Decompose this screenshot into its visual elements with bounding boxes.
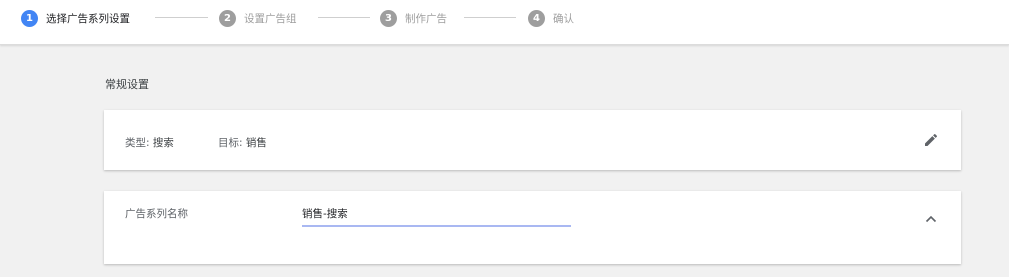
step-number: 1 (21, 9, 38, 27)
campaign-goal: 目标: 销售 (218, 135, 267, 150)
step-number: 3 (380, 9, 397, 27)
section-title: 常规设置 (105, 78, 149, 91)
campaign-name-card: 广告系列名称 (104, 191, 961, 264)
step-label: 制作广告 (405, 12, 447, 25)
campaign-goal-value: 销售 (245, 137, 267, 149)
step-1[interactable]: 1 选择广告系列设置 (21, 9, 130, 27)
campaign-summary-card: 类型: 搜索 目标: 销售 (104, 110, 961, 170)
campaign-type-value: 搜索 (152, 137, 174, 149)
chevron-up-icon (925, 215, 937, 223)
step-label: 确认 (553, 12, 574, 25)
step-number: 2 (219, 9, 236, 27)
step-label: 设置广告组 (244, 12, 297, 25)
pencil-icon (925, 133, 938, 146)
campaign-type: 类型: 搜索 (125, 135, 174, 150)
campaign-goal-label: 目标: (218, 137, 246, 149)
step-connector (464, 17, 516, 18)
campaign-type-label: 类型: (125, 137, 153, 149)
campaign-name-input[interactable] (302, 205, 571, 227)
step-2[interactable]: 2 设置广告组 (219, 9, 297, 27)
step-label: 选择广告系列设置 (46, 12, 130, 25)
collapse-button[interactable] (925, 209, 937, 223)
campaign-name-label: 广告系列名称 (125, 208, 188, 220)
step-number: 4 (528, 9, 545, 27)
stepper-header: 1 选择广告系列设置 2 设置广告组 3 制作广告 4 确认 (0, 0, 1009, 45)
step-3[interactable]: 3 制作广告 (380, 9, 447, 27)
step-connector (155, 17, 208, 18)
step-connector (318, 17, 370, 18)
edit-button[interactable] (923, 132, 939, 148)
step-4[interactable]: 4 确认 (528, 9, 574, 27)
